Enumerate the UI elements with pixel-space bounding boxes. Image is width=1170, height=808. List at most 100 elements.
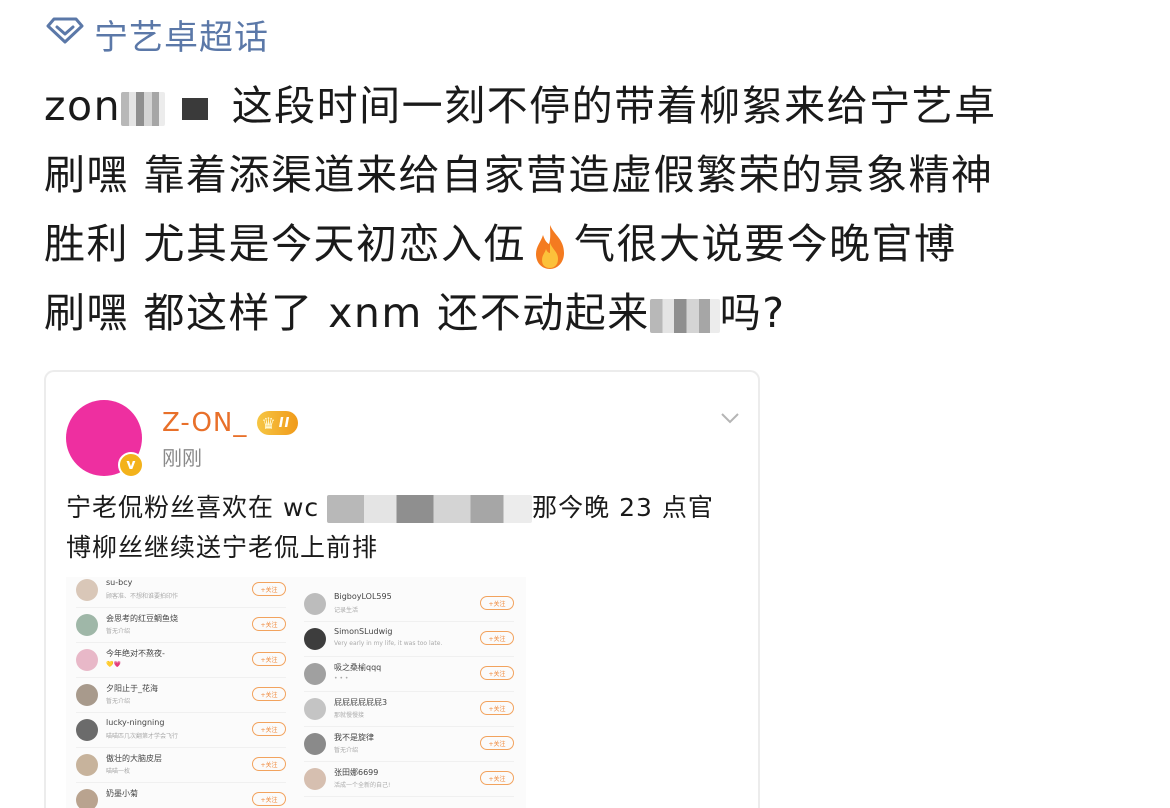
follower-name[interactable]: 我不是旋律 [334,732,374,743]
follow-button[interactable]: +关注 [252,722,286,736]
embedded-weibo-card[interactable]: v Z-ON_ ♛ II 刚刚 宁老侃粉丝喜欢在 wc 那今晚 23 点官 博柳丝… [44,370,760,808]
card-text-segment: 宁老侃粉丝喜欢在 wc [66,493,320,522]
avatar[interactable] [76,754,98,776]
mosaic-redaction [649,299,720,333]
avatar[interactable] [304,768,326,790]
follow-button[interactable]: +关注 [252,652,286,666]
list-item[interactable]: BigboyLOL595 记录生活 +关注 [304,587,514,622]
list-item[interactable]: 屁屁屁屁屁屁3 那就慢慢接 +关注 [304,692,514,727]
follow-button[interactable]: +关注 [480,666,514,680]
follower-bio: Very early in my life, it was too late. [334,640,443,647]
post-text-segment: zon [44,82,122,130]
avatar[interactable] [76,614,98,636]
follow-button[interactable]: +关注 [252,792,286,806]
fire-emoji-icon [530,223,570,271]
follower-bio: 记录生活 [334,607,359,614]
follower-bio: 那就慢慢接 [334,712,365,719]
list-item[interactable]: 傲壮的大脑皮层喵喵一枚 +关注 [76,748,286,783]
crown-icon: ♛ [261,413,277,433]
avatar[interactable] [304,663,326,685]
list-item[interactable]: 夕阳止于_花海暂无介绍 +关注 [76,678,286,713]
verified-badge-icon: v [118,452,144,478]
avatar[interactable] [304,628,326,650]
avatar[interactable] [76,684,98,706]
list-item[interactable]: 我不是旋律暂无介绍 +关注 [304,727,514,762]
list-item[interactable]: SimonSLudwig Very early in my life, it wa… [304,622,514,657]
avatar[interactable] [76,789,98,808]
post-text-segment: 吗? [719,289,786,337]
follower-list-screenshot[interactable]: su-bcy 顾客准、不想和谁要拍印作 +关注 会思考的红豆鲷鱼烧 暂无介绍 +关注 今年绝… [66,577,526,808]
follower-name[interactable]: 今年绝对不熬夜- [106,648,165,659]
post-text-segment: 刷嘿 都这样了 xnm 还不动起来 [44,289,650,337]
follow-button[interactable]: +关注 [480,701,514,715]
follower-bio: • • • [334,675,349,682]
card-post-text: 宁老侃粉丝喜欢在 wc 那今晚 23 点官 博柳丝继续送宁老侃上前排 [66,488,746,568]
super-topic-tag[interactable]: 宁艺卓超话 [46,10,269,58]
avatar[interactable] [76,649,98,671]
post-line-4: 刷嘿 都这样了 xnm 还不动起来 吗? [44,279,1139,348]
list-item[interactable]: 会思考的红豆鲷鱼烧暂无介绍 +关注 [76,608,286,643]
follower-name[interactable]: 傲壮的大脑皮层 [106,753,162,764]
follower-bio: 暂无介绍 [106,698,131,705]
follower-bio: 暂无介绍 [106,628,131,635]
avatar[interactable] [76,719,98,741]
list-item[interactable]: su-bcy 顾客准、不想和谁要拍印作 +关注 [76,573,286,608]
card-text-segment: 那今晚 23 点官 [532,493,714,522]
list-item[interactable]: 奶墨小菊 +关注 [76,783,286,808]
post-text-segment: 胜利 尤其是今天初恋入伍 [44,220,527,268]
follow-button[interactable]: +关注 [480,771,514,785]
card-text-line-2: 博柳丝继续送宁老侃上前排 [66,533,379,562]
avatar[interactable] [304,593,326,615]
chevron-down-icon[interactable] [718,406,742,430]
follower-bio: 喵喵一枚 [106,768,131,775]
post-line-2: 刷嘿 靠着添渠道来给自家营造虚假繁荣的景象精神 [44,151,994,199]
follower-name[interactable]: 屁屁屁屁屁屁3 [334,697,387,708]
list-item[interactable]: lucky-ningning 喵喵匹几次翻第才学会飞行 +关注 [76,713,286,748]
list-item[interactable]: 张田娜6699 活成一个全新的自己! +关注 [304,762,514,797]
diamond-icon [46,14,84,54]
follower-name[interactable]: 吸之桑榆qqq [334,662,381,673]
follow-button[interactable]: +关注 [252,617,286,631]
follow-button[interactable]: +关注 [252,757,286,771]
list-item[interactable]: 今年绝对不熬夜- 💛💗 +关注 [76,643,286,678]
follow-button[interactable]: +关注 [480,736,514,750]
post-text-segment: 这段时间一刻不停的带着柳絮来给宁艺卓 [217,82,997,130]
follower-name[interactable]: SimonSLudwig [334,627,392,636]
post-text-segment: 气很大说要今晚官博 [574,220,957,268]
mosaic-redaction [121,92,166,126]
follower-bio: 暂无介绍 [334,747,359,754]
follower-name[interactable]: lucky-ningning [106,718,164,727]
card-user-header[interactable]: Z-ON_ ♛ II [162,408,299,438]
member-level-badge: ♛ II [257,411,299,435]
follower-name[interactable]: 张田娜6699 [334,767,378,778]
follower-column-right: BigboyLOL595 记录生活 +关注 SimonSLudwig Very earl… [304,587,514,797]
follower-name[interactable]: 奶墨小菊 [106,788,138,799]
follower-bio: 活成一个全新的自己! [334,782,391,789]
avatar[interactable] [304,698,326,720]
follower-name[interactable]: 会思考的红豆鲷鱼烧 [106,613,178,624]
follow-button[interactable]: +关注 [480,596,514,610]
follower-name[interactable]: su-bcy [106,578,132,587]
follow-button[interactable]: +关注 [252,582,286,596]
follower-column-left: su-bcy 顾客准、不想和谁要拍印作 +关注 会思考的红豆鲷鱼烧 暂无介绍 +关注 今年绝… [76,573,286,808]
follower-name[interactable]: BigboyLOL595 [334,592,392,601]
list-item[interactable]: 吸之桑榆qqq • • • +关注 [304,657,514,692]
follower-bio: 💛💗 [106,661,121,668]
post-timestamp: 刚刚 [162,446,202,470]
follow-button[interactable]: +关注 [252,687,286,701]
level-text: II [278,415,291,431]
follow-button[interactable]: +关注 [480,631,514,645]
card-username[interactable]: Z-ON_ [162,408,247,438]
avatar[interactable] [76,579,98,601]
follower-bio: 喵喵匹几次翻第才学会飞行 [106,733,179,740]
weibo-post-screenshot: 宁艺卓超话 zon 这段时间一刻不停的带着柳絮来给宁艺卓 刷嘿 靠着添渠道来给自… [0,0,1170,808]
post-text: zon 这段时间一刻不停的带着柳絮来给宁艺卓 刷嘿 靠着添渠道来给自家营造虚假繁… [44,72,1139,348]
avatar[interactable] [304,733,326,755]
mosaic-redaction [173,98,218,120]
card-text-line-1: 宁老侃粉丝喜欢在 wc 那今晚 23 点官 [66,488,746,528]
super-topic-label: 宁艺卓超话 [94,17,269,58]
post-line-3: 胜利 尤其是今天初恋入伍 气很大说要今晚官博 [44,210,1139,279]
follower-name[interactable]: 夕阳止于_花海 [106,683,158,694]
follower-bio: 顾客准、不想和谁要拍印作 [106,593,179,600]
post-line-1: zon 这段时间一刻不停的带着柳絮来给宁艺卓 [44,72,1139,141]
